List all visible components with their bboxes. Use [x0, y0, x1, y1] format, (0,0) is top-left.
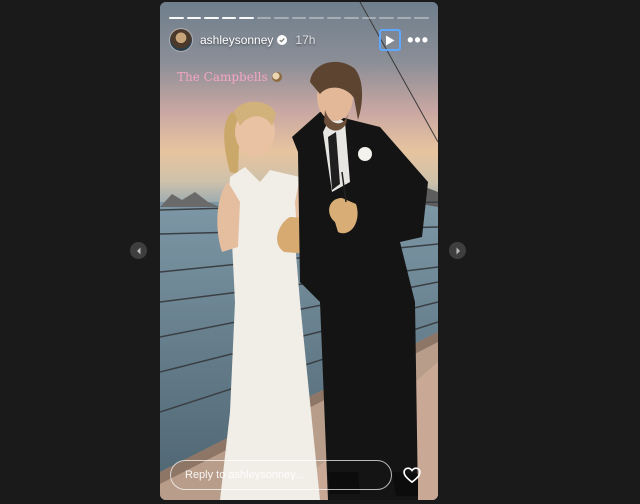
- reply-input[interactable]: Reply to ashleysonney...: [170, 460, 392, 490]
- progress-segment: [221, 17, 237, 19]
- coconut-icon: [271, 72, 282, 82]
- progress-segment: [326, 17, 342, 19]
- caption-text: The Campbells: [177, 70, 268, 84]
- story-caption: The Campbells: [177, 70, 282, 84]
- progress-segment: [291, 17, 307, 19]
- progress-segment: [256, 17, 272, 19]
- previous-story-button[interactable]: [130, 242, 147, 259]
- story-progress-bar: [169, 17, 429, 19]
- next-story-button[interactable]: [449, 242, 466, 259]
- verified-badge-icon: [277, 35, 288, 45]
- progress-segment: [344, 17, 359, 19]
- story-header: ashleysonney 17h •••: [169, 28, 429, 52]
- progress-segment: [309, 17, 324, 19]
- progress-segment: [361, 17, 377, 19]
- more-options-icon[interactable]: •••: [407, 31, 429, 49]
- chevron-left-icon: [136, 247, 140, 254]
- progress-segment: [379, 17, 394, 19]
- reply-placeholder: Reply to ashleysonney...: [185, 469, 305, 481]
- progress-segment: [239, 17, 254, 19]
- progress-segment: [186, 17, 202, 19]
- heart-icon[interactable]: [402, 465, 422, 485]
- play-icon: [386, 35, 395, 45]
- story-viewer[interactable]: ashleysonney 17h ••• The Campbells Reply…: [160, 2, 438, 500]
- progress-segment: [414, 17, 429, 19]
- username-link[interactable]: ashleysonney: [200, 33, 273, 47]
- progress-segment: [274, 17, 289, 19]
- progress-segment: [169, 17, 184, 19]
- timestamp: 17h: [295, 33, 316, 47]
- chevron-right-icon: [456, 247, 460, 254]
- avatar[interactable]: [169, 28, 193, 52]
- progress-segment: [204, 17, 219, 19]
- progress-segment: [396, 17, 412, 19]
- play-button[interactable]: [379, 29, 402, 51]
